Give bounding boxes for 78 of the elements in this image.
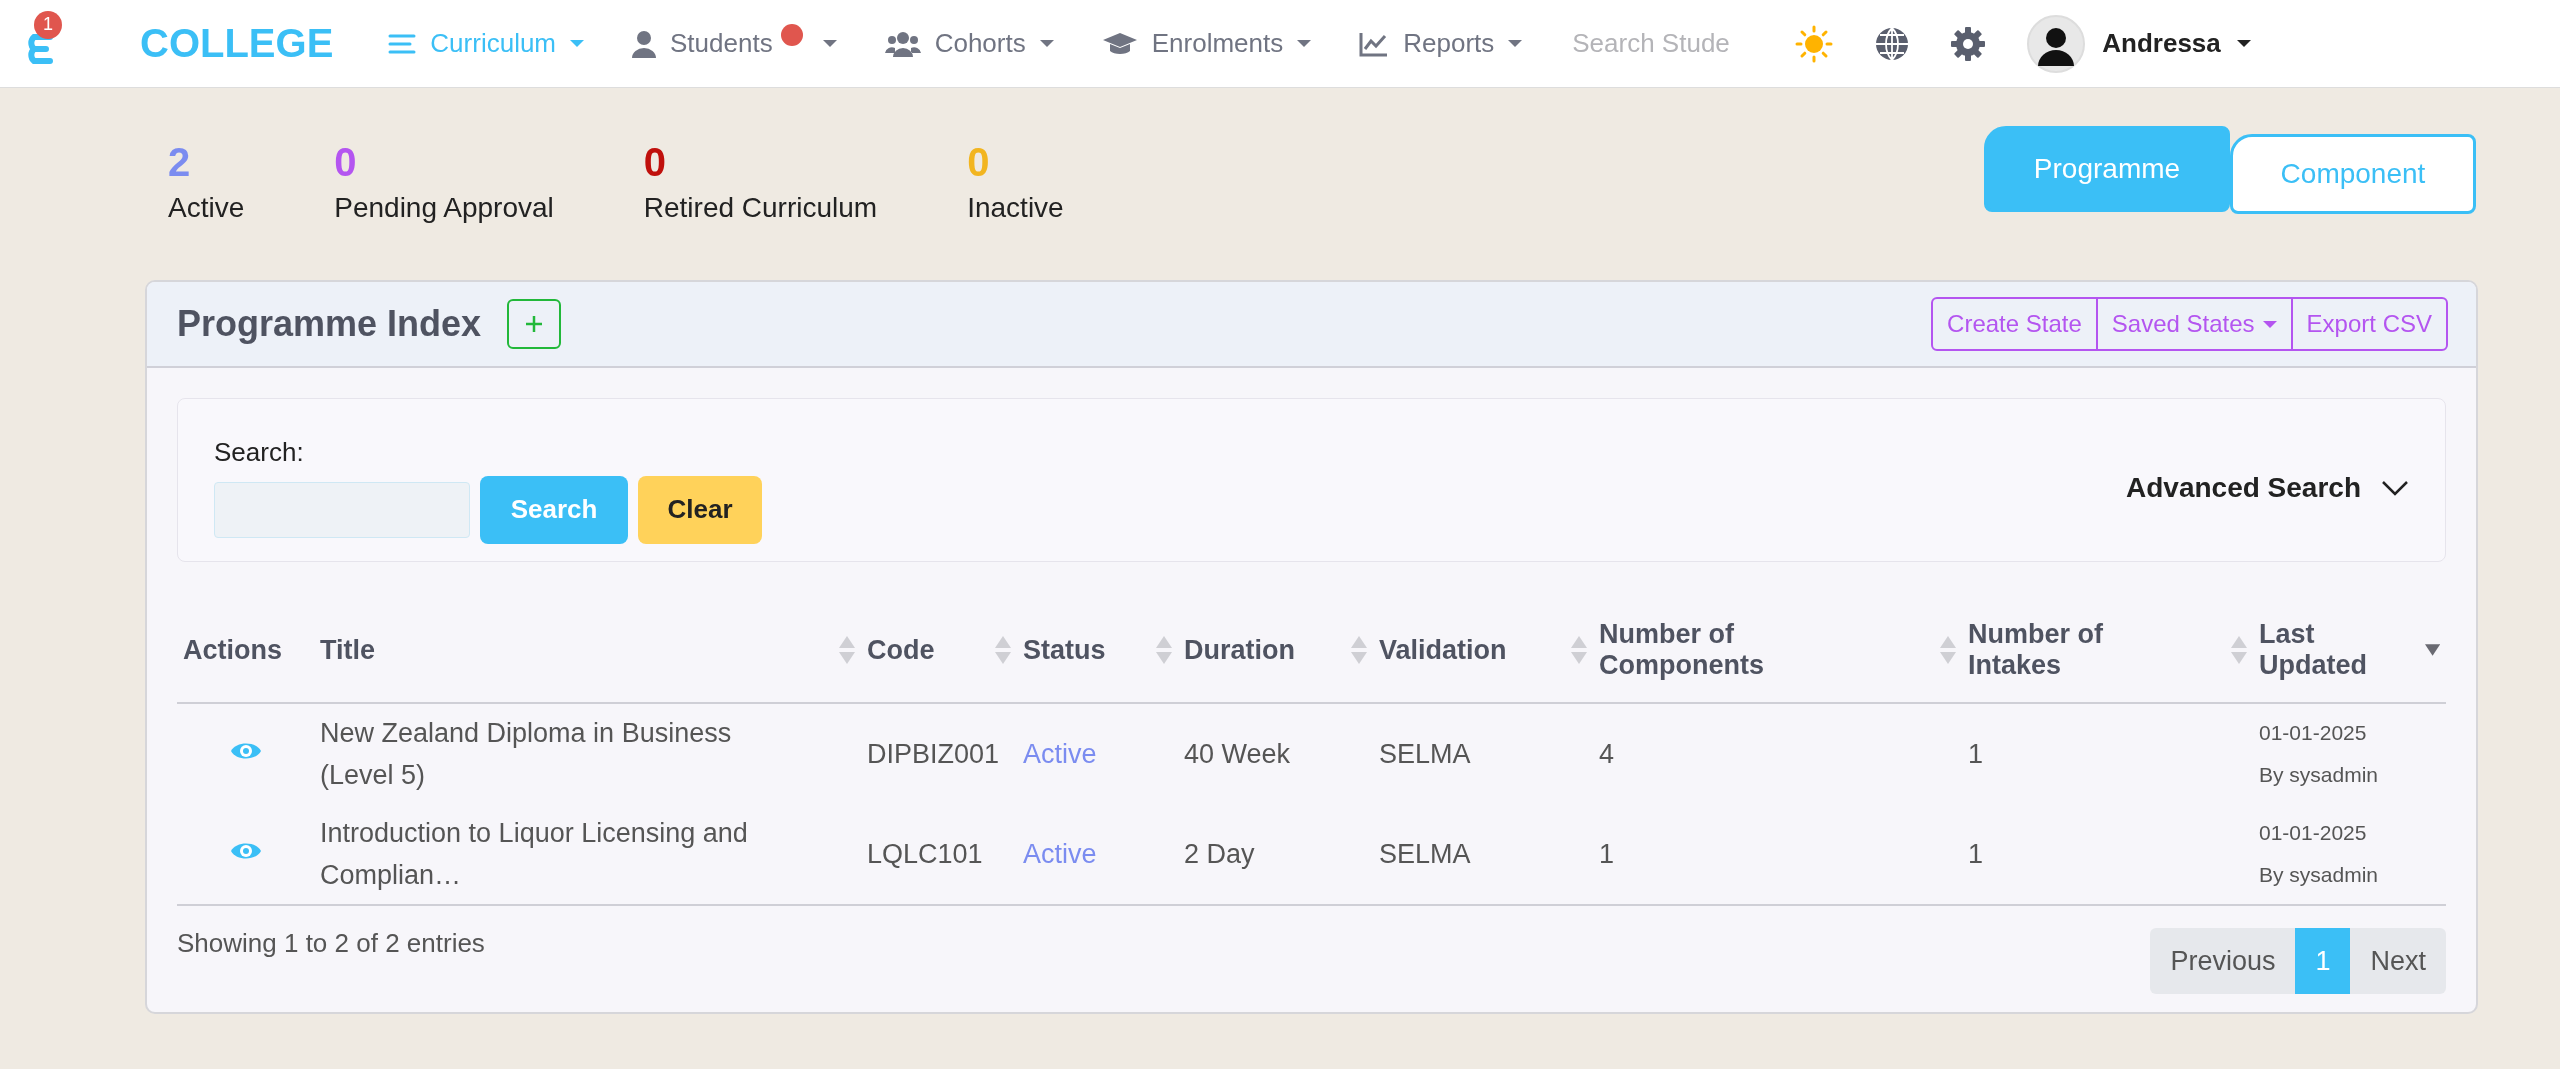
search-input[interactable]	[214, 481, 470, 538]
notification-badge: 1	[34, 10, 62, 39]
table-cell: 4	[1599, 738, 1615, 769]
chevron-down-icon	[2381, 480, 2409, 496]
search-label: Search:	[214, 436, 305, 468]
caret-icon	[1039, 40, 1054, 47]
stat-label: Retired Curriculum	[643, 192, 878, 224]
nav-menu-item[interactable]: Students	[632, 28, 837, 59]
table-cell: SELMA	[1379, 838, 1471, 869]
line-chart-icon	[1359, 30, 1390, 57]
stat-label: Active	[168, 192, 245, 224]
sort-icon	[2231, 636, 2247, 664]
table-cell: 1	[1599, 838, 1615, 869]
sort-descending-icon	[2424, 644, 2440, 656]
group-icon	[884, 30, 921, 57]
column-header[interactable]: Number of Components	[1593, 598, 1962, 703]
stat-label: Inactive	[967, 192, 1064, 224]
table-cell: 2 Day	[1184, 838, 1255, 869]
person-icon	[632, 29, 657, 58]
add-button[interactable]	[507, 299, 562, 349]
stat-count: 0	[643, 140, 667, 186]
column-header[interactable]: Code	[861, 598, 1017, 703]
pagination-button[interactable]: Next	[2350, 928, 2446, 994]
table-cell: 1	[1968, 838, 1984, 869]
sort-icon	[995, 636, 1011, 664]
caret-icon	[1508, 40, 1523, 47]
settings-icon[interactable]	[1950, 25, 1987, 62]
caret-icon	[1297, 40, 1312, 47]
user-menu[interactable]: Andressa	[2026, 13, 2251, 74]
column-header[interactable]: Number of Intakes	[1962, 598, 2253, 703]
table-cell-text: New Zealand Diploma in Business (Level 5)	[320, 717, 733, 792]
search-panel-button[interactable]: Clear	[638, 475, 762, 544]
graduation-cap-icon	[1101, 30, 1138, 57]
stat-count: 0	[967, 140, 991, 186]
card-title: Programme Index	[177, 303, 482, 345]
table-cell: 1	[1968, 738, 1984, 769]
nav-menu-item[interactable]: Reports	[1359, 28, 1523, 59]
table-cell: DIPBIZ001	[867, 738, 1000, 769]
toolbar-button[interactable]: Create State	[1933, 299, 2096, 349]
advanced-search-toggle[interactable]: Advanced Search	[2126, 456, 2409, 504]
nav-menu-item[interactable]: Enrolments	[1101, 28, 1312, 59]
status-link[interactable]: Active	[1023, 838, 1097, 869]
sun-icon[interactable]	[1794, 23, 1835, 64]
pagination-button[interactable]: Previous	[2150, 928, 2296, 994]
table-cell: SELMA	[1379, 738, 1471, 769]
column-header[interactable]: Actions	[177, 598, 314, 703]
table-cell: LQLC101	[867, 838, 983, 869]
plus-icon	[524, 314, 545, 334]
column-header[interactable]: Title	[314, 598, 861, 703]
column-header[interactable]: Last Updated	[2253, 598, 2446, 703]
table-cell: 40 Week	[1184, 738, 1291, 769]
table-info: Showing 1 to 2 of 2 entries	[177, 928, 485, 959]
status-link[interactable]: Active	[1023, 738, 1097, 769]
sort-icon	[1940, 636, 1956, 664]
column-header[interactable]: Validation	[1373, 598, 1593, 703]
column-header[interactable]: Duration	[1178, 598, 1373, 703]
sort-icon	[1351, 636, 1367, 664]
stat-label: Pending Approval	[334, 192, 554, 224]
caret-icon	[822, 40, 837, 47]
sort-icon	[839, 636, 855, 664]
column-header[interactable]: Status	[1017, 598, 1178, 703]
caret-icon	[570, 40, 585, 47]
toolbar-button[interactable]: Export CSV	[2290, 299, 2446, 349]
updated-date: 01-01-2025	[2259, 820, 2368, 846]
avatar-icon	[2026, 13, 2087, 74]
updated-date: 01-01-2025	[2259, 720, 2368, 746]
updated-by: By sysadmin	[2259, 862, 2380, 888]
toolbar-button[interactable]: Saved States	[2095, 299, 2291, 349]
nav-menu-item[interactable]: Cohorts	[884, 28, 1054, 59]
stat-count: 2	[168, 140, 192, 186]
globe-icon[interactable]	[1874, 25, 1911, 62]
sort-icon	[1571, 636, 1587, 664]
table-cell-text: Introduction to Liquor Licensing and Complian…	[320, 817, 749, 892]
sort-icon	[1156, 636, 1172, 664]
stat-count: 0	[334, 140, 358, 186]
menu-icon	[388, 32, 417, 55]
updated-by: By sysadmin	[2259, 762, 2380, 788]
caret-icon	[2236, 40, 2251, 47]
